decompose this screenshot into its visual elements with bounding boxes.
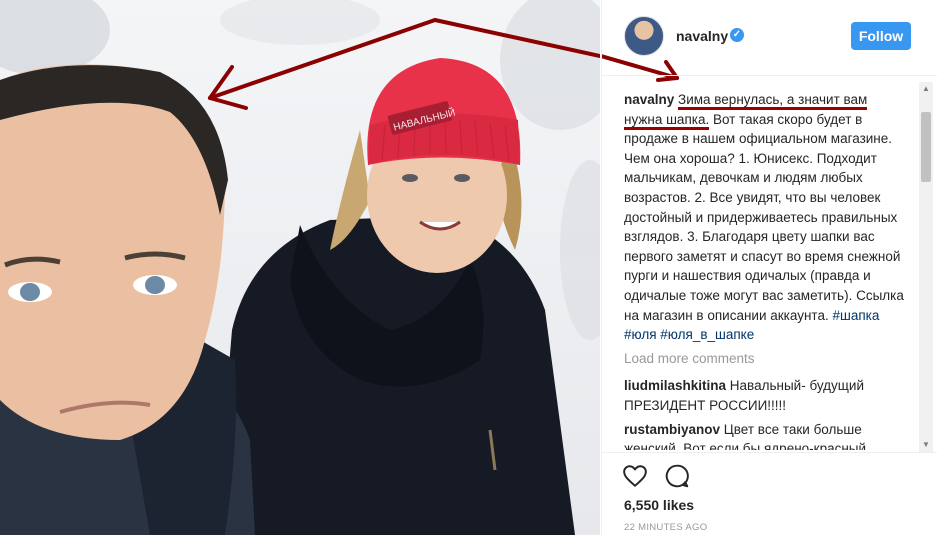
post-timestamp[interactable]: 22 MINUTES AGO [624, 522, 707, 533]
scroll-up-arrow-icon[interactable]: ▲ [919, 82, 933, 96]
hashtag-link[interactable]: #шапка [833, 308, 880, 323]
header-username[interactable]: navalny [676, 28, 728, 44]
hashtag-link[interactable]: #юля_в_шапке [660, 327, 754, 342]
comment-author[interactable]: rustambiyanov [624, 422, 720, 437]
heart-icon[interactable] [622, 463, 648, 489]
comment-icon[interactable] [664, 463, 690, 489]
comments-list: navalny Зима вернулась, а значит вам нуж… [624, 90, 904, 450]
post-photo: НАВАЛЬНЫЙ [0, 0, 600, 535]
load-more-comments-link[interactable]: Load more comments [624, 349, 904, 369]
comments-scrollbar[interactable]: ▲ ▼ [919, 82, 933, 452]
post-caption: navalny Зима вернулась, а значит вам нуж… [624, 90, 904, 345]
comment-author[interactable]: liudmilashkitina [624, 378, 726, 393]
caption-text: Вот такая скоро будет в продаже в нашем … [624, 111, 904, 323]
comment-item: rustambiyanov Цвет все таки больше женск… [624, 420, 904, 451]
photo-illustration: НАВАЛЬНЫЙ [0, 0, 600, 535]
caption-author[interactable]: navalny [624, 92, 674, 107]
verified-badge-icon: ✓ [730, 28, 744, 42]
post-actions: 6,550 likes 22 MINUTES AGO [602, 452, 937, 535]
post-header: navalny ✓ Follow [602, 0, 937, 76]
likes-count[interactable]: 6,550 likes [624, 497, 694, 513]
avatar[interactable] [624, 16, 664, 56]
scrollbar-thumb[interactable] [921, 112, 931, 182]
hashtag-link[interactable]: #юля [624, 327, 657, 342]
post-panel: navalny ✓ Follow navalny Зима вернулась,… [601, 0, 937, 535]
comment-item: liudmilashkitina Навальный- будущий ПРЕЗ… [624, 376, 904, 415]
scroll-down-arrow-icon[interactable]: ▼ [919, 438, 933, 452]
follow-button[interactable]: Follow [851, 22, 911, 50]
